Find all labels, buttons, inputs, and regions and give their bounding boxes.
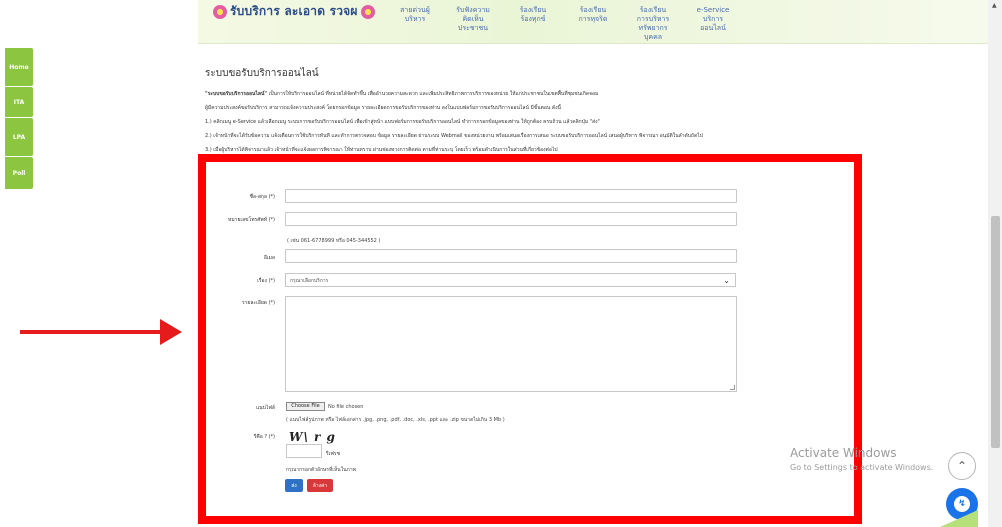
sidebar-tab-lpa[interactable]: LPA <box>5 118 33 156</box>
page-title: ระบบขอรับบริการออนไลน์ <box>205 68 319 79</box>
site-logo-text: รับบริการ ละเอาด รวจผ <box>230 4 358 18</box>
scroll-up-icon[interactable]: ▲ <box>992 2 997 9</box>
step-1: 1.) คลิกเมนู e-Service แล้วเลือกเมนู ระบ… <box>205 119 600 125</box>
back-to-top-button[interactable]: ⌃ <box>948 452 976 480</box>
nav-corruption[interactable]: ร้องเรียน การทุจริต <box>570 6 616 24</box>
nav-opinion[interactable]: รับฟังความ คิดเห็น ประชาชน <box>450 6 496 33</box>
site-logo[interactable]: รับบริการ ละเอาด รวจผ <box>210 2 378 21</box>
red-arrow-head <box>160 319 182 345</box>
intro-text-1: เป็นการให้บริการออนไลน์ ที่หน่วยได้จัดทำ… <box>268 91 599 97</box>
flower-icon <box>213 4 227 19</box>
intro-bold: "ระบบขอรับบริการออนไลน์" <box>205 91 268 97</box>
nav-eservice[interactable]: e-Service บริการ ออนไลน์ <box>690 6 736 33</box>
intro-line-1: "ระบบขอรับบริการออนไลน์" เป็นการให้บริกา… <box>205 90 598 98</box>
activate-windows-subtitle: Go to Settings to activate Windows. <box>790 463 934 472</box>
flower-icon <box>360 4 375 19</box>
nav-hotline[interactable]: สายด่วนผู้ บริหาร <box>392 6 438 24</box>
nav-hr-complaint[interactable]: ร้องเรียน การบริหาร ทรัพยากร บุคคล <box>630 6 676 42</box>
intro-line-2: ผู้มีความประสงค์ขอรับบริการ สามารถแจ้งคว… <box>205 105 561 111</box>
activate-windows-title: Activate Windows <box>790 446 897 460</box>
sidebar-tab-poll[interactable]: Poll <box>5 157 33 189</box>
step-2: 2.) เจ้าหน้าที่จะได้รับข้อความ แจ้งเตือน… <box>205 133 703 139</box>
corner-decoration <box>940 510 978 527</box>
red-arrow-shaft <box>20 330 162 334</box>
page: รับบริการ ละเอาด รวจผ สายด่วนผู้ บริหาร … <box>0 0 1002 527</box>
chevron-up-icon: ⌃ <box>956 459 968 473</box>
scrollbar-thumb[interactable] <box>991 216 1000 448</box>
sidebar-tab-ita[interactable]: ITA <box>5 87 33 117</box>
red-highlight-box <box>198 154 862 524</box>
nav-complaint[interactable]: ร้องเรียน ร้องทุกข์ <box>510 6 556 24</box>
sidebar-tab-home[interactable]: Home <box>5 48 33 86</box>
step-3: 3.) เมื่อผู้บริหารได้พิจารณาแล้ว เจ้าหน้… <box>205 147 558 153</box>
